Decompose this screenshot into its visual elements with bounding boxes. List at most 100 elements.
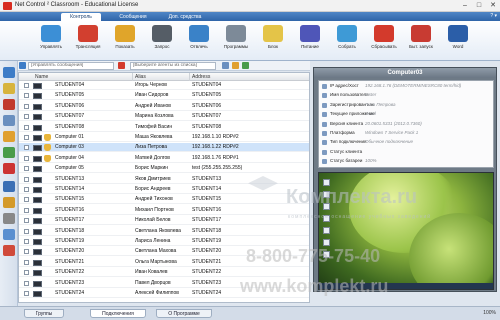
tab-about[interactable]: О Программе [156, 309, 212, 318]
table-row[interactable]: STUDENT21 Ольга Мартынова STUDENT21 [19, 258, 309, 267]
computer-icon [33, 93, 42, 100]
row-checkbox[interactable] [24, 187, 29, 192]
table-row[interactable]: STUDENT24 Алексей Филиппов STUDENT24 [19, 289, 309, 298]
table-row[interactable]: STUDENT08 Тимофей Васин STUDENT08 [19, 123, 309, 132]
refresh-icon[interactable] [222, 62, 229, 69]
row-checkbox[interactable] [24, 259, 29, 265]
row-checkbox[interactable] [24, 249, 29, 255]
agent-select-input[interactable]: [Выберите агенты из списка] [130, 62, 216, 70]
message-filter-input[interactable]: [Управлять сообщения] [28, 62, 114, 70]
remote-screen-thumbnail[interactable] [318, 172, 494, 290]
row-checkbox[interactable] [24, 270, 29, 276]
cell-name: Computer 05 [55, 165, 84, 172]
clear-filter-icon[interactable] [118, 62, 125, 69]
star-icon[interactable] [3, 131, 15, 142]
toolbar-button-11[interactable]: Word [441, 24, 475, 58]
toolbar-button-4[interactable]: Отвлечь [182, 24, 216, 58]
row-checkbox[interactable] [24, 93, 29, 99]
computer-icon [33, 207, 42, 214]
chat-icon[interactable] [3, 147, 15, 158]
row-checkbox[interactable] [24, 103, 29, 109]
folder-icon[interactable] [3, 197, 15, 208]
cell-address: STUDENT19 [192, 238, 222, 244]
table-row[interactable]: Computer 01 Маша Яковлева 192.168.1.10 RDP… [19, 133, 309, 142]
table-row[interactable]: Computer 03 Лиза Петрова 192.168.1.22 RDP#… [19, 143, 309, 153]
table-row[interactable]: STUDENT17 Николай Белов STUDENT17 [19, 216, 309, 226]
lock-icon[interactable] [3, 99, 15, 110]
row-checkbox[interactable] [24, 197, 29, 203]
tab-extra-tools[interactable]: Доп. средства [163, 13, 207, 21]
column-alias[interactable]: Alias [135, 74, 146, 80]
toolbar-button-9[interactable]: Сбрасывать [367, 24, 401, 58]
toolbar-button-8[interactable]: Собрать [330, 24, 364, 58]
all-computers-icon[interactable] [3, 67, 15, 78]
row-checkbox[interactable] [24, 145, 29, 151]
computer-icon [33, 155, 42, 162]
column-name[interactable]: Name [35, 74, 48, 80]
row-checkbox[interactable] [24, 135, 29, 140]
row-checkbox[interactable] [24, 291, 29, 296]
table-row[interactable]: Computer 04 Матвей Долгов 192.168.1.76 RDP… [19, 154, 309, 163]
row-checkbox[interactable] [24, 228, 29, 234]
info-key: Статус батареи [330, 158, 363, 164]
toolbar-button-7[interactable]: Питание [293, 24, 327, 58]
power-icon[interactable] [3, 245, 15, 256]
table-row[interactable]: STUDENT19 Лариса Ленина STUDENT19 [19, 237, 309, 246]
row-checkbox[interactable] [24, 207, 29, 213]
table-row[interactable]: STUDENT20 Светлана Махова STUDENT20 [19, 247, 309, 257]
table-row[interactable]: STUDENT22 Иван Ковалев STUDENT22 [19, 268, 309, 278]
toolbar-button-0[interactable]: Управлять [34, 24, 68, 58]
toolbar-button-5[interactable]: Программы [219, 24, 253, 58]
table-row[interactable]: STUDENT06 Андрей Иванов STUDENT06 [19, 102, 309, 111]
tab-messages[interactable]: Сообщения [109, 13, 157, 21]
row-checkbox[interactable] [24, 83, 29, 88]
go-icon[interactable] [242, 62, 249, 69]
row-checkbox[interactable] [24, 166, 29, 172]
info-bullet-icon [322, 121, 327, 127]
toolbar-button-10[interactable]: Быт. запуск [404, 24, 438, 58]
row-checkbox[interactable] [24, 280, 29, 286]
group-icon[interactable] [3, 83, 15, 94]
cell-address: STUDENT22 [192, 269, 222, 276]
table-row[interactable]: STUDENT18 Светлана Яковлева STUDENT18 [19, 227, 309, 236]
row-checkbox[interactable] [24, 239, 29, 244]
toolbar-button-6[interactable]: Блок [256, 24, 290, 58]
message-icon[interactable] [3, 115, 15, 126]
tab-connections[interactable]: Подключения [90, 309, 146, 318]
row-checkbox[interactable] [24, 114, 29, 120]
toolbar-button-3[interactable]: Запрос [145, 24, 179, 58]
maximize-button[interactable]: □ [472, 0, 486, 11]
table-row[interactable]: STUDENT05 Иван Сидоров STUDENT05 [19, 91, 309, 101]
table-row[interactable]: STUDENT23 Павел Дворцов STUDENT23 [19, 279, 309, 288]
monitor-icon[interactable] [3, 229, 15, 240]
toolbar-button-2[interactable]: Показать [108, 24, 142, 58]
row-checkbox[interactable] [24, 176, 29, 182]
column-address[interactable]: Address [192, 74, 210, 80]
help-menu[interactable]: ? ▾ [490, 13, 497, 19]
toolbar-button-label: Отвлечь [190, 44, 208, 49]
close-button[interactable]: ✕ [486, 0, 500, 11]
toolbar-button-1[interactable]: Трансляция [71, 24, 105, 58]
row-checkbox[interactable] [24, 218, 29, 224]
tab-control[interactable]: Контроль [61, 13, 101, 21]
table-row[interactable]: STUDENT07 Марина Козлова STUDENT07 [19, 112, 309, 122]
info-key: Статус клиента [330, 148, 363, 154]
table-row[interactable]: STUDENT13 Яков Дмитриев STUDENT13 [19, 175, 309, 184]
table-row[interactable]: STUDENT14 Борис Андреев STUDENT14 [19, 185, 309, 194]
row-checkbox[interactable] [24, 155, 29, 161]
table-row[interactable]: STUDENT04 Игорь Чернов STUDENT04 [19, 81, 309, 90]
table-row[interactable]: Computer 05 Борис Маркин test (255.255.255… [19, 164, 309, 174]
minimize-button[interactable]: – [458, 0, 472, 11]
cell-address: test (255.255.255.255) [192, 165, 243, 172]
text-icon[interactable] [3, 163, 15, 174]
settings-icon[interactable] [232, 62, 239, 69]
table-row[interactable]: STUDENT15 Андрей Тихонов STUDENT15 [19, 195, 309, 205]
filter-icon[interactable] [19, 62, 26, 69]
cell-alias: Михаил Портнов [135, 206, 174, 213]
computer-icon [33, 103, 42, 110]
row-checkbox[interactable] [24, 124, 29, 130]
mouse-pointer-icon[interactable] [3, 181, 15, 192]
tab-groups[interactable]: Группы [24, 309, 64, 318]
settings-icon[interactable] [3, 213, 15, 224]
table-row[interactable]: STUDENT16 Михаил Портнов STUDENT16 [19, 206, 309, 215]
